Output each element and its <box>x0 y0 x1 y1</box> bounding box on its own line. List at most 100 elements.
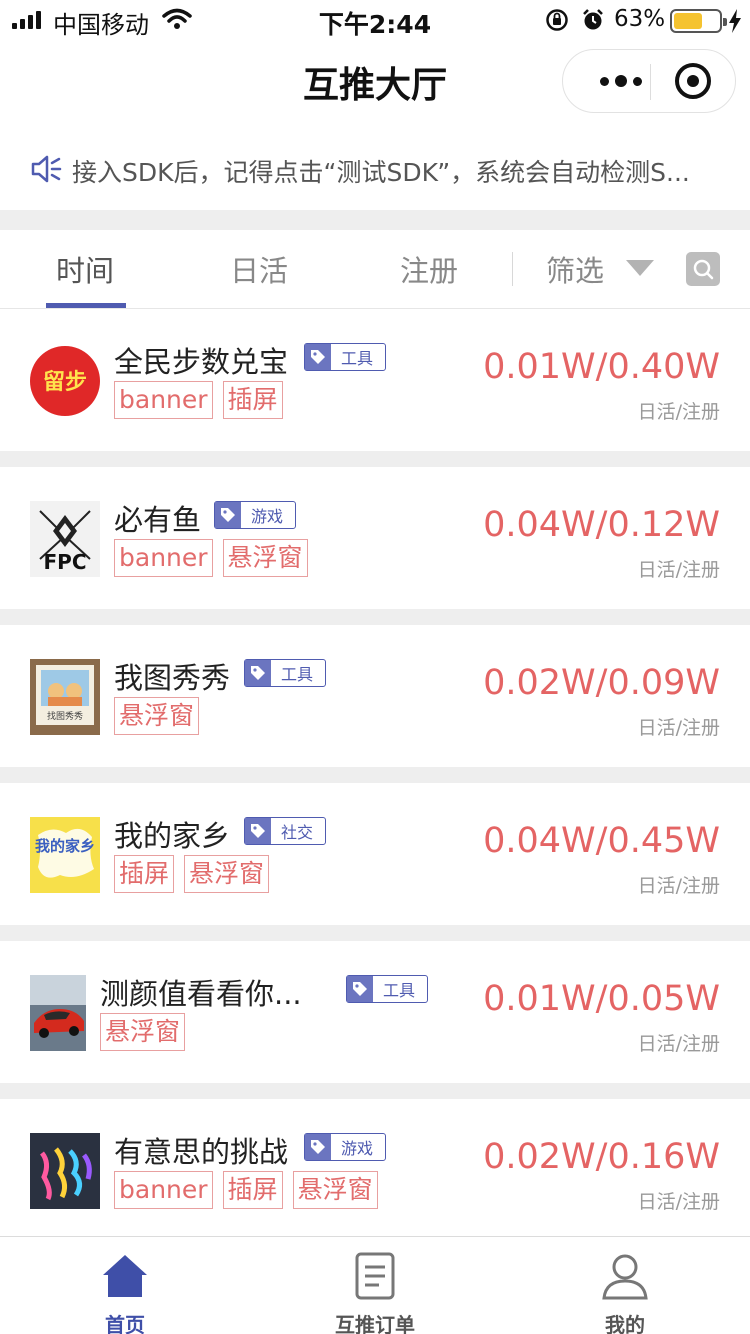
stats-value: 0.01W/0.40W <box>483 347 720 387</box>
tag-icon <box>305 344 331 370</box>
more-button[interactable] <box>585 50 657 112</box>
list-item[interactable]: 留步 全民步数兑宝 工具 banner 插屏 0.01W/0.40W 日活/注册 <box>0 309 750 451</box>
stats-label: 日活/注册 <box>637 559 720 581</box>
alarm-icon <box>581 8 605 36</box>
app-icon-text: FPC <box>44 550 87 574</box>
ad-type-tags: banner 插屏 <box>114 381 283 419</box>
active-tab-indicator <box>46 303 126 308</box>
app-name: 我的家乡 <box>114 819 231 853</box>
list-item[interactable]: 我的家乡 我的家乡 社交 插屏 悬浮窗 0.04W/0.45W 日活/注册 <box>0 783 750 925</box>
ad-tag: 悬浮窗 <box>100 1013 186 1051</box>
user-icon <box>600 1251 650 1305</box>
notice-bar[interactable]: 接入SDK后，记得点击“测试SDK”，系统会自动检测S... <box>0 140 750 200</box>
triangle-down-icon[interactable] <box>626 260 654 276</box>
tabbar-item-home[interactable]: 首页 <box>0 1237 250 1334</box>
stats-label: 日活/注册 <box>637 1033 720 1055</box>
stats-label: 日活/注册 <box>637 717 720 739</box>
notice-text: 接入SDK后，记得点击“测试SDK”，系统会自动检测S... <box>72 158 690 187</box>
mini-program-capsule <box>562 49 736 113</box>
close-button[interactable] <box>675 63 711 99</box>
tag-icon <box>215 502 241 528</box>
stats-label: 日活/注册 <box>637 1191 720 1213</box>
ad-tag: 悬浮窗 <box>292 1171 378 1209</box>
app-name: 有意思的挑战 <box>114 1135 289 1169</box>
tabbar-item-mine[interactable]: 我的 <box>500 1237 750 1334</box>
ad-tag: 悬浮窗 <box>184 855 270 893</box>
tabbar-label: 互推订单 <box>335 1313 415 1334</box>
app-icon: 留步 <box>30 343 100 419</box>
ad-tag: 插屏 <box>222 381 283 419</box>
ad-tag: banner <box>114 539 213 577</box>
tab-time[interactable]: 时间 <box>56 248 114 290</box>
category-label: 工具 <box>341 349 374 368</box>
category-badge: 工具 <box>304 343 387 371</box>
category-badge: 游戏 <box>304 1133 387 1161</box>
category-label: 工具 <box>281 665 314 684</box>
list-item[interactable]: 测颜值看看你... 工具 悬浮窗 0.01W/0.05W 日活/注册 <box>0 941 750 1083</box>
ad-type-tags: 悬浮窗 <box>114 697 200 735</box>
charging-icon <box>728 9 742 37</box>
tabbar-label: 首页 <box>105 1313 145 1334</box>
list-item[interactable]: FPC 必有鱼 游戏 banner 悬浮窗 0.04W/0.12W 日活/注册 <box>0 467 750 609</box>
tag-icon <box>245 818 271 844</box>
home-icon <box>100 1251 150 1305</box>
rotation-lock-icon <box>545 8 569 36</box>
app-icon <box>30 975 86 1051</box>
ad-type-tags: 悬浮窗 <box>100 1013 186 1051</box>
tab-filter[interactable]: 筛选 <box>546 248 604 290</box>
ad-tag: 插屏 <box>222 1171 283 1209</box>
ad-type-tags: banner 悬浮窗 <box>114 539 308 577</box>
category-badge: 游戏 <box>214 501 297 529</box>
category-label: 工具 <box>383 981 416 1000</box>
tab-register[interactable]: 注册 <box>400 248 458 290</box>
speaker-icon <box>30 154 62 188</box>
stats-value: 0.02W/0.09W <box>483 663 720 703</box>
battery-icon <box>670 9 727 33</box>
title-bar: 互推大厅 <box>0 40 750 122</box>
stats-value: 0.01W/0.05W <box>483 979 720 1019</box>
document-icon <box>354 1251 396 1305</box>
tab-daily-active[interactable]: 日活 <box>230 248 288 290</box>
ad-tag: 悬浮窗 <box>114 697 200 735</box>
app-icon: 我的家乡 <box>30 817 100 893</box>
tag-icon <box>305 1134 331 1160</box>
list-item[interactable]: 找图秀秀 我图秀秀 工具 悬浮窗 0.02W/0.09W 日活/注册 <box>0 625 750 767</box>
search-icon <box>693 259 714 280</box>
list-item[interactable]: 有意思的挑战 游戏 banner 插屏 悬浮窗 0.02W/0.16W 日活/注… <box>0 1099 750 1241</box>
search-button[interactable] <box>686 252 720 286</box>
stats-value: 0.04W/0.45W <box>483 821 720 861</box>
category-label: 游戏 <box>341 1139 374 1158</box>
app-icon-text: 找图秀秀 <box>47 710 83 722</box>
category-label: 游戏 <box>251 507 284 526</box>
tag-icon <box>245 660 271 686</box>
app-icon: 找图秀秀 <box>30 659 100 735</box>
app-name: 必有鱼 <box>114 503 202 537</box>
category-label: 社交 <box>281 823 314 842</box>
stats-value: 0.04W/0.12W <box>483 505 720 545</box>
section-divider <box>0 210 750 230</box>
ad-tag: banner <box>114 381 213 419</box>
ad-tag: 插屏 <box>114 855 175 893</box>
category-badge: 工具 <box>346 975 429 1003</box>
app-icon: FPC <box>30 501 100 577</box>
tag-icon <box>347 976 373 1002</box>
app-icon-text: 留步 <box>43 369 87 395</box>
ad-tag: banner <box>114 1171 213 1209</box>
ad-tag: 悬浮窗 <box>222 539 308 577</box>
tabbar-label: 我的 <box>605 1313 645 1334</box>
battery-percent: 63% <box>614 6 666 32</box>
app-icon <box>30 1133 100 1209</box>
battery-fill <box>674 13 702 29</box>
app-name: 全民步数兑宝 <box>114 345 289 379</box>
sort-tabs: 时间 日活 注册 筛选 <box>0 230 750 309</box>
tabbar-item-orders[interactable]: 互推订单 <box>250 1237 500 1334</box>
status-bar: 中国移动 下午2:44 63% <box>0 0 750 40</box>
stats-value: 0.02W/0.16W <box>483 1137 720 1177</box>
bottom-tab-bar: 首页 互推订单 我的 <box>0 1236 750 1334</box>
app-name: 测颜值看看你... <box>100 977 302 1011</box>
ad-type-tags: 插屏 悬浮窗 <box>114 855 270 893</box>
category-badge: 社交 <box>244 817 327 845</box>
app-name: 我图秀秀 <box>114 661 231 695</box>
category-badge: 工具 <box>244 659 327 687</box>
stats-label: 日活/注册 <box>637 875 720 897</box>
